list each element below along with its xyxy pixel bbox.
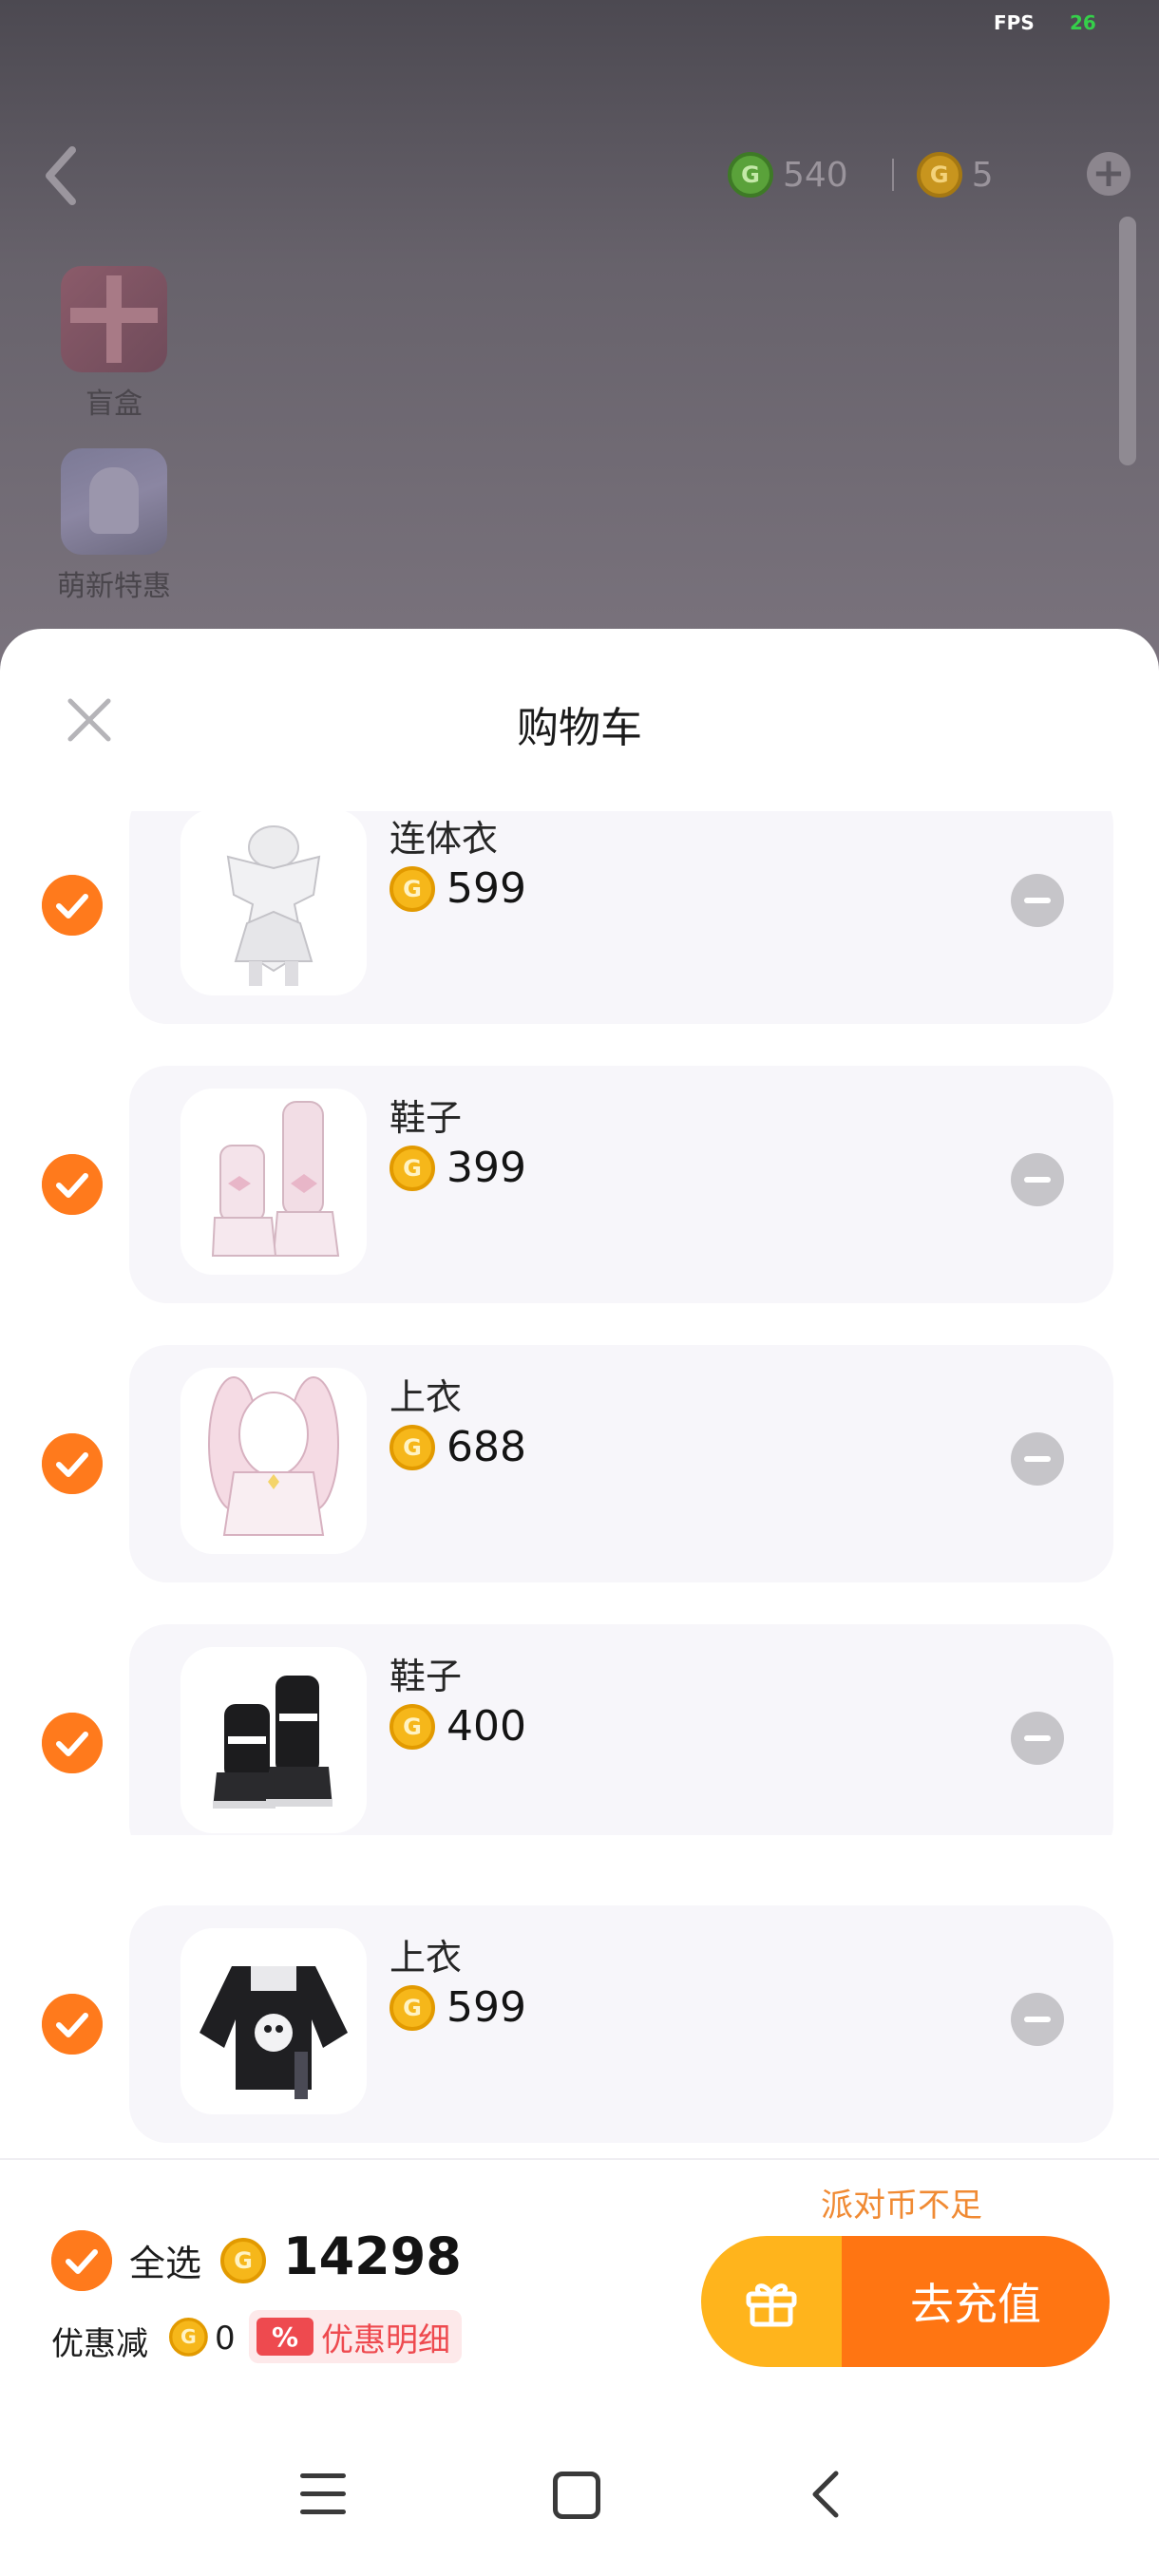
checkbox-checked-icon[interactable]	[42, 1433, 103, 1494]
currency-divider	[891, 159, 894, 191]
nav-back-icon[interactable]	[808, 2466, 846, 2523]
total-price: 14298	[283, 2226, 462, 2286]
gold-coin-icon: G	[169, 2318, 208, 2357]
price-value: 688	[446, 1423, 526, 1471]
green-coin-icon: G	[728, 152, 773, 198]
white-jumpsuit-image	[226, 825, 321, 986]
footer-divider	[0, 2158, 1159, 2160]
scrollbar[interactable]	[1119, 217, 1136, 465]
item-price: G 400	[390, 1702, 526, 1751]
cart-item-card[interactable]: 连体衣 G 599	[129, 811, 1113, 1024]
gold-coin-icon: G	[390, 1145, 435, 1191]
gold-coin-icon: G	[390, 1424, 435, 1470]
item-name: 连体衣	[390, 818, 499, 860]
discount-detail-label: 优惠明细	[321, 2320, 450, 2359]
gold-coin-icon: G	[220, 2238, 266, 2283]
item-thumbnail	[180, 1368, 367, 1554]
currency-bar: G 540 G 5	[728, 148, 994, 201]
cart-item-list[interactable]: 连体衣 G 599 鞋子 G 399 上衣 G 688 鞋子 G 400	[0, 811, 1159, 1835]
gift-icon[interactable]	[701, 2236, 842, 2367]
gold-coin-icon: G	[916, 152, 962, 198]
fps-label: FPS	[994, 11, 1035, 34]
price-value: 599	[446, 1983, 526, 2032]
newbie-promo-icon	[61, 448, 167, 555]
price-value: 599	[446, 864, 526, 913]
cart-item-card[interactable]: 上衣 G 599	[129, 1905, 1113, 2143]
checkbox-checked-icon[interactable]	[42, 1994, 103, 2055]
price-value: 400	[446, 1702, 526, 1751]
cart-item: 上衣 G 688	[0, 1345, 1159, 1582]
remove-item-button[interactable]	[1011, 1712, 1064, 1765]
cart-item-card[interactable]: 鞋子 G 399	[129, 1066, 1113, 1303]
pink-bunny-top-image	[208, 1376, 339, 1536]
item-price: G 688	[390, 1423, 526, 1471]
gold-coin-icon: G	[220, 2238, 266, 2283]
cart-item-card[interactable]: 上衣 G 688	[129, 1345, 1113, 1582]
percent-tag-icon: %	[256, 2318, 314, 2356]
gold-coin-icon: G	[390, 865, 435, 912]
black-boots-image	[213, 1676, 332, 1809]
home-icon[interactable]	[553, 2472, 600, 2519]
system-nav-bar	[0, 2451, 1159, 2536]
discount-label: 优惠减	[51, 2325, 148, 2363]
checkbox-checked-icon[interactable]	[42, 875, 103, 936]
black-jacket-image	[200, 1966, 348, 2099]
price-value: 399	[446, 1144, 526, 1192]
item-thumbnail	[180, 1928, 367, 2114]
recharge-label[interactable]: 去充值	[842, 2236, 1110, 2367]
cart-item-card[interactable]: 鞋子 G 400	[129, 1624, 1113, 1835]
green-coin-balance: 540	[783, 155, 848, 195]
page-title: 购物车	[517, 704, 642, 752]
fps-value: 26	[1070, 11, 1096, 34]
checkbox-checked-icon[interactable]	[42, 1713, 103, 1773]
back-arrow-icon[interactable]	[38, 142, 86, 209]
item-thumbnail	[180, 1647, 367, 1833]
item-name: 上衣	[390, 1376, 463, 1418]
gift-icon	[746, 2283, 797, 2327]
remove-item-button[interactable]	[1011, 874, 1064, 927]
side-item-label: 萌新特惠	[57, 570, 171, 603]
recent-apps-icon[interactable]	[300, 2473, 346, 2515]
add-currency-button[interactable]: +	[1087, 152, 1130, 196]
gold-coin-icon: G	[390, 1984, 435, 2031]
gold-coin-icon: G	[169, 2318, 208, 2357]
discount-value: 0	[215, 2320, 236, 2358]
item-thumbnail	[180, 1089, 367, 1275]
gift-box-icon	[61, 266, 167, 372]
item-name: 上衣	[390, 1937, 463, 1979]
side-item-label: 盲盒	[86, 388, 142, 421]
checkbox-checked-icon[interactable]	[42, 1154, 103, 1215]
side-item-newbie-deal[interactable]: 萌新特惠	[38, 448, 190, 604]
item-price: G 599	[390, 1983, 526, 2032]
select-all-checkbox-icon[interactable]	[51, 2230, 112, 2291]
remove-item-button[interactable]	[1011, 1432, 1064, 1486]
cart-item: 鞋子 G 399	[0, 1066, 1159, 1303]
pink-boots-image	[211, 1101, 340, 1257]
side-item-blind-box[interactable]: 盲盒	[38, 266, 190, 422]
select-all-label[interactable]: 全选	[129, 2234, 201, 2286]
insufficient-balance-text: 派对币不足	[821, 2187, 982, 2225]
remove-item-button[interactable]	[1011, 1153, 1064, 1206]
cart-item: 上衣 G 599	[0, 1905, 1159, 2143]
gold-coin-balance: 5	[971, 155, 994, 195]
cart-item: 鞋子 G 400	[0, 1624, 1159, 1835]
gold-coin-icon: G	[390, 1703, 435, 1750]
item-name: 鞋子	[390, 1656, 463, 1697]
discount-detail-button[interactable]: % 优惠明细	[249, 2310, 462, 2363]
item-price: G 399	[390, 1144, 526, 1192]
cart-item: 连体衣 G 599	[0, 811, 1159, 1024]
remove-item-button[interactable]	[1011, 1993, 1064, 2046]
item-price: G 599	[390, 864, 526, 913]
item-name: 鞋子	[390, 1097, 463, 1139]
item-thumbnail	[180, 811, 367, 995]
recharge-button[interactable]: 去充值	[701, 2236, 1110, 2367]
